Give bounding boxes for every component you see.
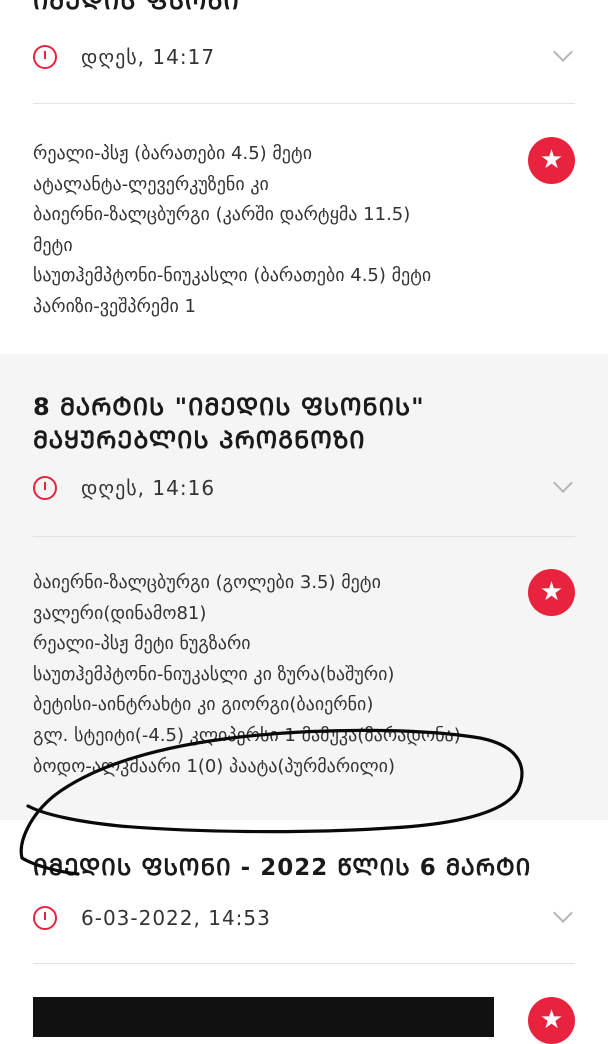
clock-icon bbox=[33, 476, 57, 500]
body-line: გლ. სტეიტი(-4.5) კლიპერსი 1 მამუკა(მარად… bbox=[33, 724, 461, 746]
item-time: დღეს, 14:17 bbox=[81, 45, 216, 69]
chevron-down-icon[interactable] bbox=[553, 473, 573, 493]
clock-icon bbox=[33, 45, 57, 69]
body-line: მეტი bbox=[33, 234, 73, 256]
body-line: ბაიერნი-ზალცბურგი (კარში დარტყმა 11.5) bbox=[33, 204, 411, 226]
article-thumbnail[interactable] bbox=[33, 997, 494, 1037]
chevron-down-icon[interactable] bbox=[553, 42, 573, 62]
divider bbox=[33, 963, 575, 964]
item-body: რეალი-პსჟ (ბარათები 4.5) მეტი ატალანტა-ლ… bbox=[33, 139, 533, 323]
favorite-button[interactable]: ★ bbox=[528, 997, 575, 1044]
news-item-top: ᲘᲛᲔᲓᲘᲡ ᲤᲡᲝᲜᲘ დღეს, 14:17 რეალი-პსჟ (ბარა… bbox=[0, 0, 608, 354]
favorite-button[interactable]: ★ bbox=[528, 569, 575, 616]
star-icon: ★ bbox=[539, 1005, 564, 1035]
news-item-third: ᲘᲛᲔᲓᲘᲡ ᲤᲡᲝᲜᲘ - 2022 ᲬᲚᲘᲡ 6 ᲛᲐᲠᲢᲘ 6-03-20… bbox=[0, 820, 608, 1024]
item-time: დღეს, 14:16 bbox=[81, 476, 216, 500]
item-meta: დღეს, 14:16 bbox=[33, 473, 575, 506]
divider bbox=[33, 103, 575, 104]
body-line: ატალანტა-ლევერკუზენი კი bbox=[33, 173, 269, 195]
item-title-line2[interactable]: ᲛᲐᲧᲣᲠᲔᲑᲚᲘᲡ ᲞᲠᲝᲒᲜᲝᲖᲘ bbox=[33, 423, 365, 457]
item-title[interactable]: ᲘᲛᲔᲓᲘᲡ ᲤᲡᲝᲜᲘ - 2022 ᲬᲚᲘᲡ 6 ᲛᲐᲠᲢᲘ bbox=[33, 851, 531, 885]
chevron-down-icon[interactable] bbox=[553, 903, 573, 923]
item-time: 6-03-2022, 14:53 bbox=[81, 906, 271, 930]
star-icon: ★ bbox=[539, 577, 564, 607]
divider bbox=[33, 536, 575, 537]
body-line: ბეტისი-აინტრახტი კი გიორგი(ბაიერნი) bbox=[33, 694, 374, 716]
body-line: ბაიერნი-ზალცბურგი (გოლები 3.5) მეტი bbox=[33, 572, 381, 593]
item-title-line1[interactable]: 8 ᲛᲐᲠᲢᲘᲡ "ᲘᲛᲔᲓᲘᲡ ᲤᲡᲝᲜᲘᲡ" bbox=[33, 390, 425, 424]
clock-icon bbox=[33, 906, 57, 930]
item-title-fragment[interactable]: ᲘᲛᲔᲓᲘᲡ ᲤᲡᲝᲜᲘ bbox=[33, 0, 240, 18]
body-line: რეალი-პსჟ (ბარათები 4.5) მეტი bbox=[33, 143, 313, 164]
item-body: ბაიერნი-ზალცბურგი (გოლები 3.5) მეტი ვალე… bbox=[33, 568, 533, 782]
body-line: პარიზი-ვეშპრემი 1 bbox=[33, 295, 196, 317]
body-line: ვალერი(დინამო81) bbox=[33, 602, 207, 624]
item-meta: 6-03-2022, 14:53 bbox=[33, 903, 575, 936]
favorite-button[interactable]: ★ bbox=[528, 137, 575, 184]
star-icon: ★ bbox=[539, 145, 564, 175]
news-item-second: 8 ᲛᲐᲠᲢᲘᲡ "ᲘᲛᲔᲓᲘᲡ ᲤᲡᲝᲜᲘᲡ" ᲛᲐᲧᲣᲠᲔᲑᲚᲘᲡ ᲞᲠᲝᲒ… bbox=[0, 354, 608, 820]
body-line: საუთჰემპტონი-ნიუკასლი კი ზურა(ხაშური) bbox=[33, 663, 395, 685]
body-line: ბოდო-ალკმაარი 1(0) პაატა(პურმარილი) bbox=[33, 755, 395, 777]
body-line: საუთჰემპტონი-ნიუკასლი (ბარათები 4.5) მეტ… bbox=[33, 265, 432, 287]
body-line: რეალი-პსჟ მეტი ნუგზარი bbox=[33, 633, 251, 655]
item-meta: დღეს, 14:17 bbox=[33, 42, 575, 75]
